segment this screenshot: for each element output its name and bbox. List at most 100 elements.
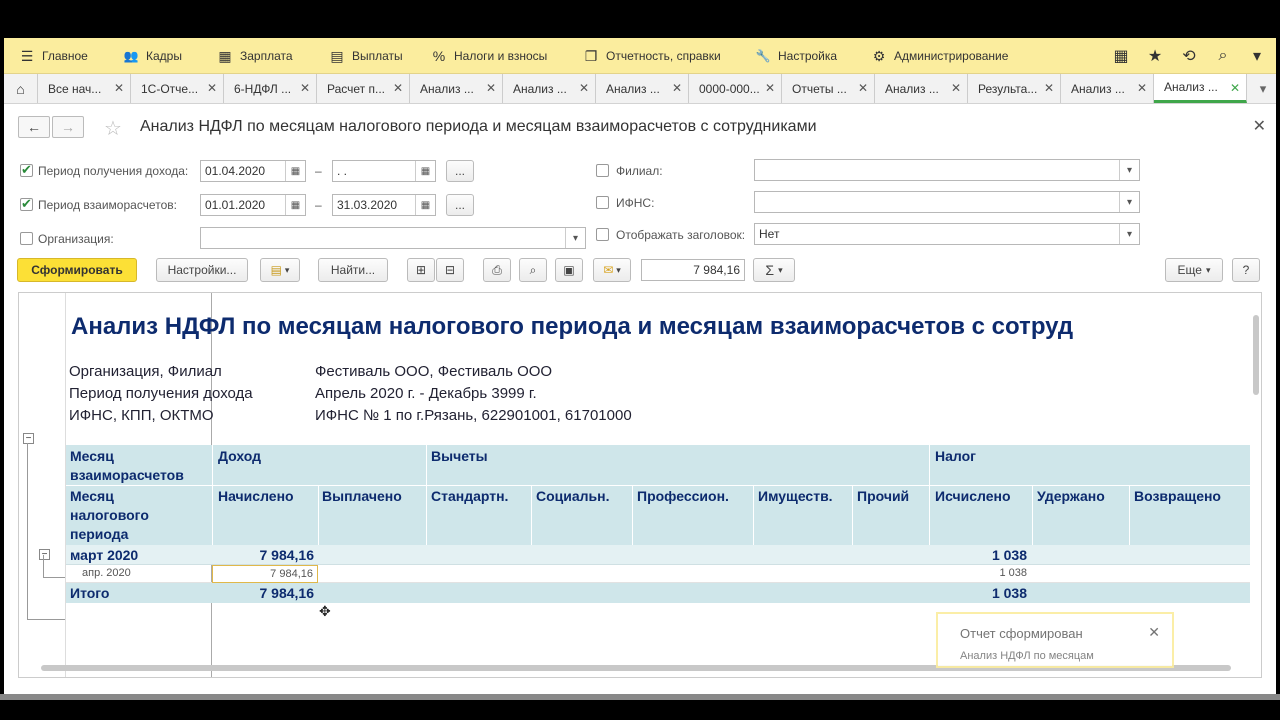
close-icon[interactable]: ✕ (858, 81, 868, 95)
chevron-down-icon[interactable]: ▾ (565, 228, 585, 248)
tab[interactable]: 0000-000... ✕ (689, 74, 782, 103)
sum-mode-button[interactable]: Σ ▾ (753, 258, 795, 282)
close-icon[interactable]: ✕ (393, 81, 403, 95)
search-icon[interactable]: ⌕ (1208, 38, 1238, 74)
help-button[interactable]: ? (1232, 258, 1260, 282)
calendar-icon[interactable]: ▦ (415, 195, 435, 215)
chevron-down-icon[interactable]: ▾ (1119, 192, 1139, 212)
close-icon[interactable]: ✕ (486, 81, 496, 95)
show-header-select[interactable]: Нет ▾ (754, 223, 1140, 245)
generate-button[interactable]: Сформировать (17, 258, 137, 282)
tab-active[interactable]: Анализ ... ✕ (1154, 74, 1247, 103)
tab[interactable]: 6-НДФЛ ... ✕ (224, 74, 317, 103)
more-button[interactable]: Еще ▾ (1165, 258, 1223, 282)
tab[interactable]: 1С-Отче... ✕ (131, 74, 224, 103)
income-period-to-field[interactable]: . . ▦ (332, 160, 436, 182)
income-period-checkbox[interactable] (20, 162, 33, 178)
find-button[interactable]: Найти... (318, 258, 388, 282)
tree-line (27, 443, 28, 619)
show-header-checkbox[interactable] (596, 228, 609, 241)
menu-item-reports[interactable]: ❐ Отчетность, справки (582, 38, 721, 74)
branch-checkbox[interactable] (596, 164, 609, 177)
calendar-icon[interactable]: ▦ (415, 161, 435, 181)
tab[interactable]: Анализ ... ✕ (503, 74, 596, 103)
close-icon[interactable]: ✕ (1137, 81, 1147, 95)
sum-field[interactable]: 7 984,16 (641, 259, 745, 281)
organization-checkbox[interactable] (20, 232, 33, 245)
close-icon[interactable]: ✕ (207, 81, 217, 95)
close-icon[interactable]: ✕ (579, 81, 589, 95)
tab[interactable]: Анализ ... ✕ (875, 74, 968, 103)
header-divider (1129, 485, 1130, 545)
vertical-scrollbar[interactable] (1253, 315, 1259, 395)
history-icon[interactable]: ⟲ (1174, 38, 1204, 74)
income-period-select-button[interactable]: ... (446, 160, 474, 182)
menu-dropdown-icon[interactable]: ▾ (1242, 38, 1272, 74)
calendar-icon[interactable]: ▦ (285, 195, 305, 215)
variants-button[interactable]: ▤ ▾ (260, 258, 300, 282)
back-button[interactable]: ← (18, 116, 50, 138)
branch-field[interactable]: ▾ (754, 159, 1140, 181)
save-icon[interactable]: ▣ (555, 258, 583, 282)
favorite-star-icon[interactable]: ☆ (104, 116, 122, 141)
tab[interactable]: Анализ ... ✕ (1061, 74, 1154, 103)
header-divider (852, 485, 853, 545)
menu-item-salary[interactable]: ▦ Зарплата (216, 38, 292, 74)
table-row-group[interactable]: март 2020 7 984,16 1 038 (66, 545, 1250, 565)
print-icon[interactable]: ⎙ (483, 258, 511, 282)
menu-item-admin[interactable]: ⚙ Администрирование (870, 38, 1009, 74)
menu-item-main[interactable]: ☰ Главное (18, 38, 88, 74)
ifns-field[interactable]: ▾ (754, 191, 1140, 213)
close-icon[interactable]: ✕ (1253, 116, 1266, 136)
preview-icon[interactable]: ⌕ (519, 258, 547, 282)
close-icon[interactable]: ✕ (1230, 81, 1240, 95)
wallet-icon: ▤ (330, 47, 344, 64)
close-icon[interactable]: ✕ (114, 81, 124, 95)
settings-button[interactable]: Настройки... (156, 258, 248, 282)
settlement-period-select-button[interactable]: ... (446, 194, 474, 216)
expand-groups-icon[interactable]: ⊞ (407, 258, 435, 282)
email-button[interactable]: ✉ ▾ (593, 258, 631, 282)
close-icon[interactable]: ✕ (672, 81, 682, 95)
table-row-detail[interactable]: апр. 2020 7 984,16 1 038 (66, 565, 1250, 583)
menu-item-hr[interactable]: 👥 Кадры (122, 38, 182, 74)
settlement-period-from-field[interactable]: 01.01.2020 ▦ (200, 194, 306, 216)
calendar-icon[interactable]: ▦ (285, 161, 305, 181)
settlement-period-to-field[interactable]: 31.03.2020 ▦ (332, 194, 436, 216)
tab[interactable]: Анализ ... ✕ (596, 74, 689, 103)
collapse-groups-icon[interactable]: ⊟ (436, 258, 464, 282)
tab[interactable]: Отчеты ... ✕ (782, 74, 875, 103)
menu-item-payments[interactable]: ▤ Выплаты (328, 38, 403, 74)
tab[interactable]: Результа... ✕ (968, 74, 1061, 103)
apps-grid-icon[interactable]: ▦ (1106, 38, 1136, 74)
field-value: 31.03.2020 (337, 198, 398, 212)
home-icon[interactable]: ⌂ (4, 74, 38, 103)
close-icon[interactable]: ✕ (951, 81, 961, 95)
income-period-from-field[interactable]: 01.04.2020 ▦ (200, 160, 306, 182)
settlement-period-checkbox[interactable] (20, 196, 33, 212)
close-icon[interactable]: ✕ (1148, 624, 1160, 641)
header-deductions: Вычеты (431, 448, 488, 464)
forward-button[interactable]: → (52, 116, 84, 138)
collapse-group-icon[interactable]: − (23, 433, 34, 444)
tab[interactable]: Все нач... ✕ (38, 74, 131, 103)
table-row-total[interactable]: Итого 7 984,16 1 038 (66, 583, 1250, 603)
notification-toast[interactable]: Отчет сформирован Анализ НДФЛ по месяцам… (936, 612, 1174, 668)
close-icon[interactable]: ✕ (765, 81, 775, 95)
tabs-menu-icon[interactable]: ▾ (1250, 74, 1276, 103)
chevron-down-icon[interactable]: ▾ (1119, 224, 1139, 244)
menu-item-settings[interactable]: 🔧 Настройка (754, 38, 838, 74)
close-icon[interactable]: ✕ (1044, 81, 1054, 95)
tab[interactable]: Анализ ... ✕ (410, 74, 503, 103)
close-icon[interactable]: ✕ (300, 81, 310, 95)
chevron-down-icon[interactable]: ▾ (1119, 160, 1139, 180)
toast-text: Анализ НДФЛ по месяцам (960, 650, 1094, 662)
row-accrued-selected-cell[interactable]: 7 984,16 (212, 565, 318, 583)
ifns-checkbox[interactable] (596, 196, 609, 209)
collapse-group-icon[interactable]: − (39, 549, 50, 560)
organization-field[interactable]: ▾ (200, 227, 586, 249)
favorites-star-icon[interactable]: ★ (1140, 38, 1170, 74)
menu-item-taxes[interactable]: % Налоги и взносы (430, 38, 548, 74)
menu-label: Выплаты (352, 49, 403, 63)
tab[interactable]: Расчет п... ✕ (317, 74, 410, 103)
